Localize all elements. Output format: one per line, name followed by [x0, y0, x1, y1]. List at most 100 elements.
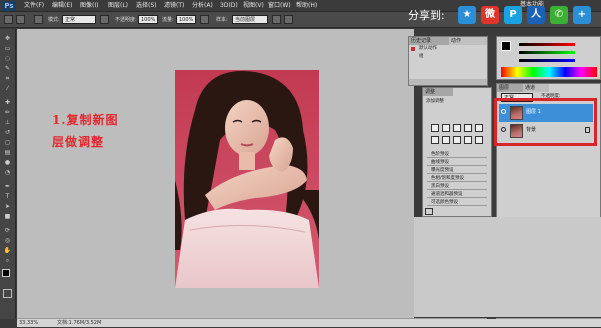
- preset-hue-saturation[interactable]: 色相/饱和度预设: [427, 175, 487, 182]
- portrait-photo: [175, 70, 319, 288]
- color-balance-icon[interactable]: [442, 136, 450, 144]
- share-more-button[interactable]: +: [573, 6, 591, 24]
- hue-saturation-icon[interactable]: [431, 136, 439, 144]
- ignore-adjustment-icon[interactable]: [272, 15, 281, 24]
- blur-tool-icon[interactable]: ●: [3, 159, 12, 166]
- quick-mask-icon[interactable]: [3, 289, 12, 298]
- sample-select[interactable]: 当前图层: [232, 15, 268, 24]
- share-tqq-button[interactable]: P: [504, 6, 522, 24]
- lasso-tool-icon[interactable]: ◌: [3, 55, 12, 62]
- quick-select-tool-icon[interactable]: ✎: [3, 65, 12, 72]
- adjust-title: 添加调整: [426, 99, 444, 104]
- foreground-color-chip[interactable]: [501, 41, 511, 51]
- mode-select[interactable]: 正常: [62, 15, 96, 24]
- blue-slider[interactable]: [519, 59, 575, 62]
- status-bar: 33.33% 文档:1.76M/3.52M: [17, 318, 601, 327]
- history-brush-tool-icon[interactable]: ↺: [3, 129, 12, 136]
- move-tool-icon[interactable]: ✥: [3, 35, 12, 42]
- tab-history[interactable]: 历史记录: [409, 37, 449, 45]
- share-weibo-button[interactable]: 微: [481, 6, 499, 24]
- checkbox-icon[interactable]: [411, 47, 415, 51]
- green-slider[interactable]: [519, 51, 575, 54]
- airbrush-icon[interactable]: [200, 15, 209, 24]
- menu-window[interactable]: 窗口(W): [268, 2, 291, 10]
- tool-panel: ✥ ▭ ◌ ✎ ⌗ ⁄ ✚ ✏ ⊥ ↺ ◻ ▤ ● ◔ ✒ T ➤ ■ ⟳ ◎ …: [0, 29, 16, 319]
- type-tool-icon[interactable]: T: [3, 193, 12, 200]
- color-spectrum[interactable]: [501, 67, 597, 77]
- menu-help[interactable]: 帮助(H): [296, 2, 317, 10]
- 3d-rotate-tool-icon[interactable]: ⟳: [3, 227, 12, 234]
- black-white-icon[interactable]: [453, 136, 461, 144]
- menu-filter[interactable]: 滤镜(T): [164, 2, 184, 10]
- menu-3d[interactable]: 3D(D): [220, 2, 238, 10]
- action-set-default[interactable]: 默认动作: [419, 46, 437, 52]
- menu-edit[interactable]: 编辑(E): [52, 2, 72, 10]
- eyedropper-tool-icon[interactable]: ⁄: [3, 85, 12, 92]
- source-sampled-icon[interactable]: [100, 15, 109, 24]
- preset-curves[interactable]: 曲线预设: [427, 159, 487, 166]
- history-panel: 历史记录 动作 默认动作 组: [408, 36, 488, 86]
- hand-tool-icon[interactable]: ✋: [3, 247, 12, 254]
- healing-brush-tool-icon[interactable]: ✚: [3, 99, 12, 106]
- preset-channel-mixer[interactable]: 通道混和器预设: [427, 191, 487, 198]
- red-slider[interactable]: [519, 43, 575, 46]
- marquee-tool-icon[interactable]: ▭: [3, 45, 12, 52]
- preset-selective-color[interactable]: 可选颜色预设: [427, 199, 487, 206]
- exposure-icon[interactable]: [464, 124, 472, 132]
- shape-tool-icon[interactable]: ■: [3, 213, 12, 220]
- menu-file[interactable]: 文件(F): [24, 2, 44, 10]
- annotation-step-line1: 1.复制新图: [52, 113, 119, 127]
- brush-preset-icon[interactable]: [16, 15, 25, 24]
- tab-channels[interactable]: 通道: [523, 84, 549, 92]
- menu-layer[interactable]: 图层(L): [108, 2, 128, 10]
- preset-levels[interactable]: 色阶预设: [427, 151, 487, 158]
- menu-select[interactable]: 选择(S): [136, 2, 157, 10]
- brush-panel-icon[interactable]: [34, 15, 43, 24]
- flow-label: 流量:: [162, 17, 174, 23]
- brightness-icon[interactable]: [431, 124, 439, 132]
- crop-tool-icon[interactable]: ⌗: [3, 75, 12, 82]
- photoshop-logo-icon: Ps: [2, 1, 16, 11]
- curves-icon[interactable]: [453, 124, 461, 132]
- vibrance-icon[interactable]: [475, 124, 483, 132]
- share-renren-button[interactable]: 人: [527, 6, 545, 24]
- clone-stamp-tool-icon[interactable]: ⊥: [3, 119, 12, 126]
- pressure-icon[interactable]: [284, 15, 293, 24]
- adjust-footer-icon[interactable]: [425, 208, 433, 215]
- path-select-tool-icon[interactable]: ➤: [3, 203, 12, 210]
- share-wechat-button[interactable]: ✆: [550, 6, 568, 24]
- opacity-field[interactable]: 100%: [138, 15, 158, 24]
- brush-tool-icon[interactable]: ✏: [3, 109, 12, 116]
- dodge-tool-icon[interactable]: ◔: [3, 169, 12, 176]
- foreground-color-swatch[interactable]: [2, 269, 10, 277]
- gradient-tool-icon[interactable]: ▤: [3, 149, 12, 156]
- preset-black-white[interactable]: 黑白预设: [427, 183, 487, 190]
- share-label: 分享到:: [408, 9, 445, 22]
- eraser-tool-icon[interactable]: ◻: [3, 139, 12, 146]
- tab-actions[interactable]: 动作: [449, 37, 487, 45]
- empty-panel-area: [414, 217, 601, 317]
- preset-exposure[interactable]: 曝光度预设: [427, 167, 487, 174]
- menu-analysis[interactable]: 分析(A): [192, 2, 213, 10]
- action-item[interactable]: 组: [419, 54, 424, 60]
- channel-mixer-icon[interactable]: [475, 136, 483, 144]
- history-panel-footer: [409, 79, 487, 85]
- 3d-orbit-tool-icon[interactable]: ◎: [3, 237, 12, 244]
- opacity-label: 不透明度:: [115, 17, 137, 23]
- tab-layers[interactable]: 图层: [497, 84, 523, 92]
- annotation-step-line2: 层做调整: [52, 135, 105, 149]
- menu-image[interactable]: 图像(I): [80, 2, 98, 10]
- pen-tool-icon[interactable]: ✒: [3, 183, 12, 190]
- flow-field[interactable]: 100%: [176, 15, 196, 24]
- photo-filter-icon[interactable]: [464, 136, 472, 144]
- layer-highlight-box: [494, 98, 597, 146]
- sample-label: 样本:: [216, 17, 228, 23]
- portrait-photo-image: [175, 70, 319, 288]
- tab-adjustments[interactable]: 调整: [423, 88, 453, 96]
- zoom-tool-icon[interactable]: ⌕: [3, 257, 12, 264]
- color-panel: [496, 36, 601, 80]
- menu-view[interactable]: 视图(V): [243, 2, 264, 10]
- levels-icon[interactable]: [442, 124, 450, 132]
- share-qzone-button[interactable]: ★: [458, 6, 476, 24]
- brush-tool-icon[interactable]: [4, 15, 13, 24]
